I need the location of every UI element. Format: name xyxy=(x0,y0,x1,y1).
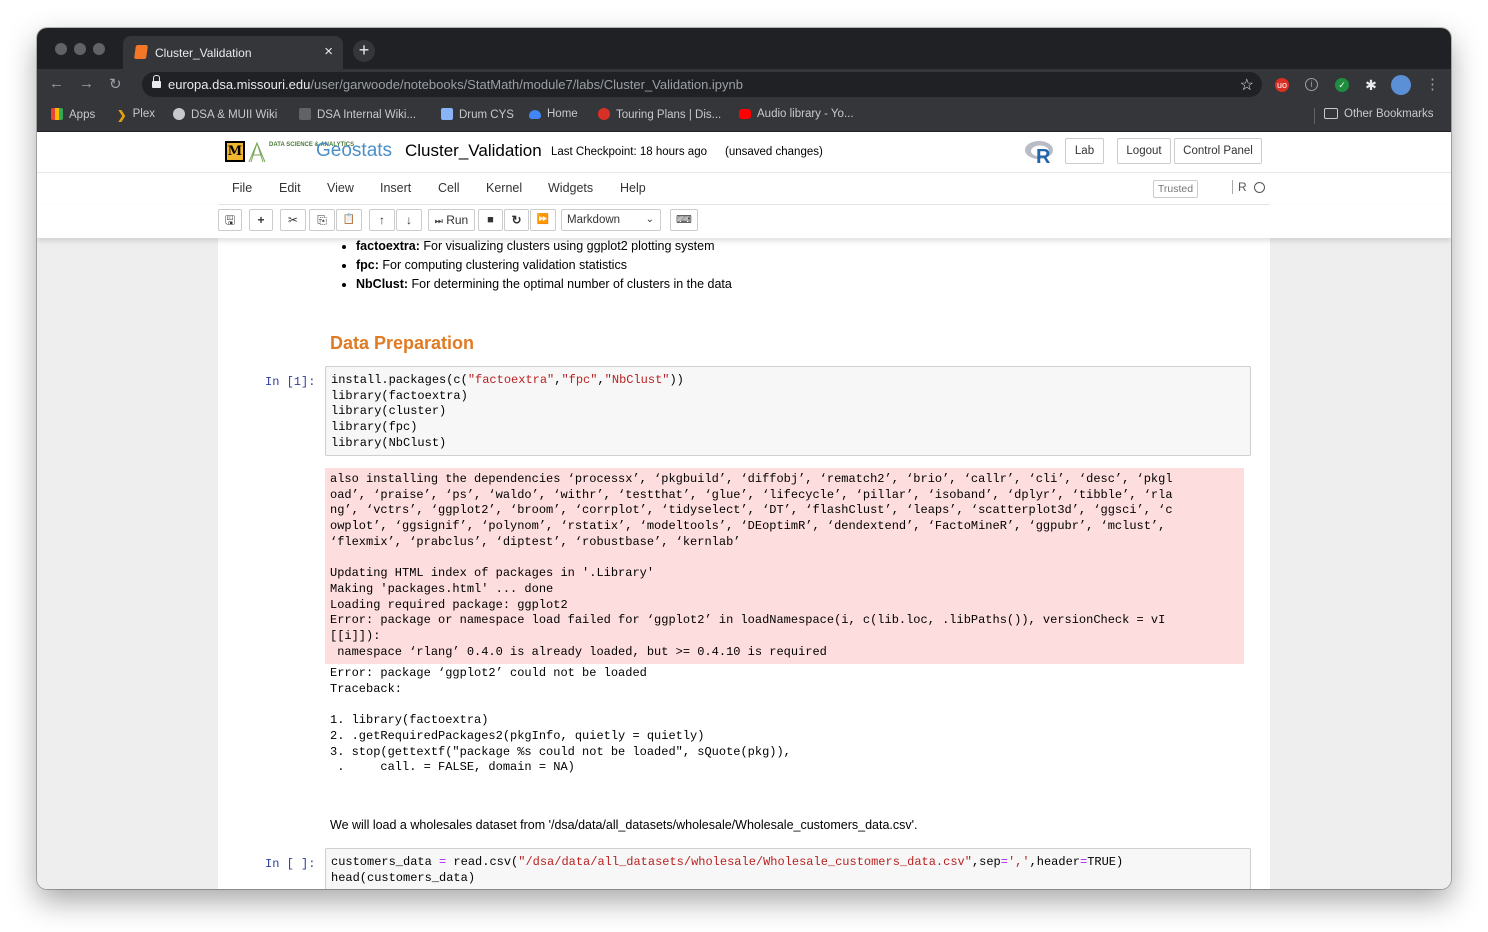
svg-text:R: R xyxy=(1036,146,1051,165)
code-cell-input[interactable]: install.packages(c("factoextra","fpc","N… xyxy=(325,366,1251,456)
forward-icon[interactable]: → xyxy=(79,75,94,92)
mizzou-logo: M xyxy=(225,141,245,162)
cell-prompt: In [1]: xyxy=(265,375,316,389)
url-bar[interactable]: europa.dsa.missouri.edu/user/garwoode/no… xyxy=(142,72,1262,97)
bookmarks-divider xyxy=(1314,108,1315,124)
interrupt-button[interactable]: ■ xyxy=(478,209,503,231)
data-science-logo-icon xyxy=(248,141,266,163)
drum-icon xyxy=(441,108,453,120)
jupyter-toolbar: 🖫 + ✂ ⎘ 📋 ↑ ↓ ⏭ Run ■ ↻ ⏩ Markdown ⌄ ⌨ xyxy=(37,205,1451,238)
list-item: factoextra: For visualizing clusters usi… xyxy=(356,238,732,254)
list-item: NbClust: For determining the optimal num… xyxy=(356,276,732,292)
notebook-container: factoextra: For visualizing clusters usi… xyxy=(218,238,1270,889)
profile-avatar-icon[interactable] xyxy=(1391,75,1411,95)
save-button[interactable]: 🖫 xyxy=(218,209,242,231)
chevron-down-icon: ⌄ xyxy=(645,214,654,225)
bookmark-plex[interactable]: ❯ Plex xyxy=(117,108,155,122)
menu-kernel[interactable]: Kernel xyxy=(486,181,522,195)
browser-window: Cluster_Validation × + ← → ↻ europa.dsa.… xyxy=(37,28,1451,889)
tab-title: Cluster_Validation xyxy=(155,46,252,60)
kernel-name: R xyxy=(1232,180,1247,194)
jupyter-menubar: File Edit View Insert Cell Kernel Widget… xyxy=(37,173,1451,205)
move-down-button[interactable]: ↓ xyxy=(396,209,422,231)
error-output: Error: package ‘ggplot2’ could not be lo… xyxy=(330,666,799,775)
tab-close-icon[interactable]: × xyxy=(324,43,333,60)
jupyter-page: M DATA SCIENCE & ANALYTICS Geostats Clus… xyxy=(37,132,1451,889)
cloud-icon xyxy=(529,110,541,119)
run-icon: ⏭ xyxy=(434,216,443,226)
menu-widgets[interactable]: Widgets xyxy=(548,181,593,195)
cell-type-select[interactable]: Markdown ⌄ xyxy=(561,209,661,231)
insert-cell-button[interactable]: + xyxy=(249,209,273,231)
bookmark-home[interactable]: Home xyxy=(529,108,578,120)
cut-button[interactable]: ✂ xyxy=(280,209,306,231)
trusted-indicator[interactable]: Trusted xyxy=(1153,180,1198,198)
jupyter-header: M DATA SCIENCE & ANALYTICS Geostats Clus… xyxy=(37,132,1451,173)
control-panel-button[interactable]: Control Panel xyxy=(1174,138,1262,164)
minimize-window-button[interactable] xyxy=(74,43,86,55)
wiki-icon xyxy=(173,108,185,120)
command-palette-button[interactable]: ⌨ xyxy=(670,209,698,231)
kernel-idle-icon xyxy=(1254,182,1265,193)
ublock-extension-icon[interactable]: uo xyxy=(1275,78,1289,92)
markdown-cell-bullets[interactable]: factoextra: For visualizing clusters usi… xyxy=(336,238,732,295)
restart-run-all-button[interactable]: ⏩ xyxy=(530,209,556,231)
menu-cell[interactable]: Cell xyxy=(438,181,460,195)
r-language-logo-icon: R xyxy=(1025,141,1053,165)
browser-menu-icon[interactable]: ⋮ xyxy=(1425,75,1440,93)
menu-edit[interactable]: Edit xyxy=(279,181,301,195)
close-window-button[interactable] xyxy=(55,43,67,55)
bookmark-dsa-internal-wiki[interactable]: DSA Internal Wiki... xyxy=(299,108,416,121)
youtube-icon xyxy=(739,109,751,119)
url-text: europa.dsa.missouri.edu/user/garwoode/no… xyxy=(168,77,743,92)
menu-help[interactable]: Help xyxy=(620,181,646,195)
geostats-brand[interactable]: Geostats xyxy=(316,140,392,162)
plex-icon: ❯ xyxy=(117,110,127,122)
code-cell-input[interactable]: customers_data = read.csv("/dsa/data/all… xyxy=(325,848,1251,889)
checkpoint-status: Last Checkpoint: 18 hours ago xyxy=(551,146,707,158)
section-heading: Data Preparation xyxy=(330,333,475,353)
other-bookmarks[interactable]: Other Bookmarks xyxy=(1324,108,1433,120)
lock-icon xyxy=(152,75,161,89)
touringplans-icon xyxy=(598,108,610,120)
bookmark-audio-library[interactable]: Audio library - Yo... xyxy=(739,108,854,120)
check-extension-icon[interactable]: ✓ xyxy=(1335,78,1349,92)
cell-prompt: In [ ]: xyxy=(265,857,316,871)
copy-button[interactable]: ⎘ xyxy=(309,209,335,231)
logout-button[interactable]: Logout xyxy=(1117,138,1171,164)
bookmark-dsa-muii-wiki[interactable]: DSA & MUII Wiki xyxy=(173,108,277,121)
bookmark-drum-cys[interactable]: Drum CYS xyxy=(441,108,514,121)
run-button[interactable]: ⏭ Run xyxy=(428,209,475,231)
tab-strip: Cluster_Validation × + xyxy=(37,28,1451,69)
bookmark-star-icon[interactable]: ☆ xyxy=(1240,75,1254,95)
list-item: fpc: For computing clustering validation… xyxy=(356,257,732,273)
paste-button[interactable]: 📋 xyxy=(336,209,362,231)
back-icon[interactable]: ← xyxy=(49,75,64,92)
puzzle-extensions-icon[interactable]: ✱ xyxy=(1364,78,1378,92)
bookmark-touring-plans[interactable]: Touring Plans | Dis... xyxy=(598,108,721,121)
bookmark-apps[interactable]: Apps xyxy=(51,108,95,121)
unsaved-status: (unsaved changes) xyxy=(725,146,823,158)
stderr-output: also installing the dependencies ‘proces… xyxy=(325,468,1244,665)
folder-icon xyxy=(1324,108,1338,119)
wiki-doc-icon xyxy=(299,108,311,120)
browser-tab[interactable]: Cluster_Validation × xyxy=(123,36,343,69)
info-extension-icon[interactable]: i xyxy=(1305,78,1318,91)
move-up-button[interactable]: ↑ xyxy=(369,209,395,231)
new-tab-button[interactable]: + xyxy=(353,40,375,62)
restart-button[interactable]: ↻ xyxy=(504,209,529,231)
notebook-name[interactable]: Cluster_Validation xyxy=(405,141,542,161)
menu-view[interactable]: View xyxy=(327,181,354,195)
markdown-paragraph[interactable]: We will load a wholesales dataset from '… xyxy=(330,818,918,832)
apps-grid-icon xyxy=(51,108,63,120)
address-toolbar: ← → ↻ europa.dsa.missouri.edu/user/garwo… xyxy=(37,69,1451,100)
menu-insert[interactable]: Insert xyxy=(380,181,411,195)
lab-button[interactable]: Lab xyxy=(1065,138,1104,164)
menu-file[interactable]: File xyxy=(232,181,252,195)
reload-icon[interactable]: ↻ xyxy=(109,75,122,93)
maximize-window-button[interactable] xyxy=(93,43,105,55)
jupyter-favicon-icon xyxy=(134,45,148,59)
bookmarks-bar: Apps ❯ Plex DSA & MUII Wiki DSA Internal … xyxy=(37,100,1451,132)
